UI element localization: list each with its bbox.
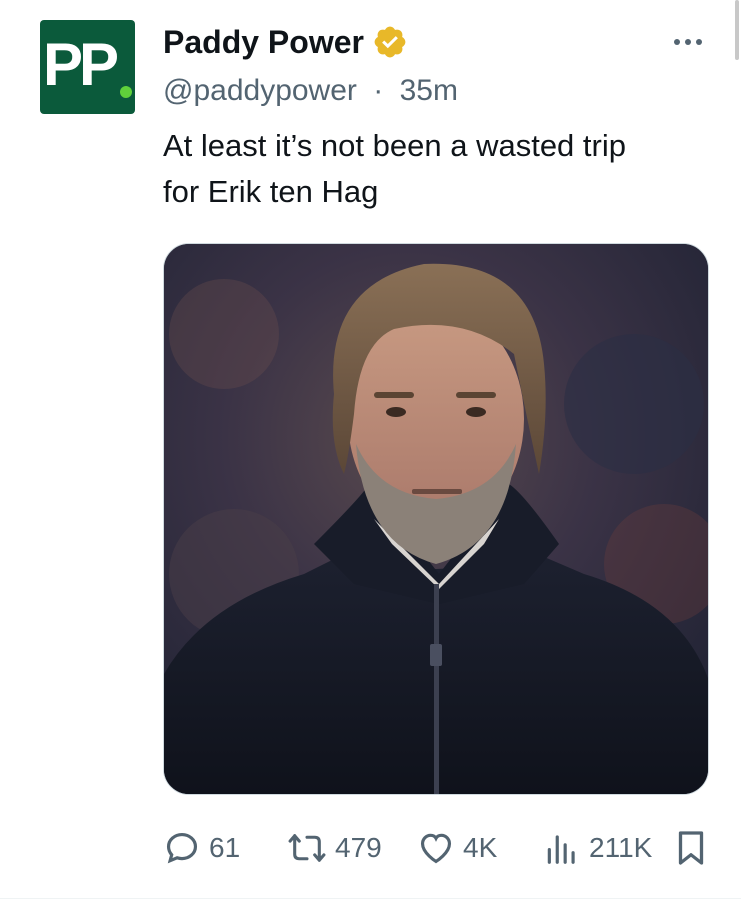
separator: · bbox=[373, 74, 384, 107]
avatar-logo-dot bbox=[120, 86, 132, 98]
heart-icon bbox=[417, 829, 455, 867]
verified-badge-icon[interactable] bbox=[372, 24, 408, 60]
handle[interactable]: @paddypower bbox=[163, 74, 357, 107]
like-button[interactable]: 4K bbox=[417, 826, 497, 870]
repost-icon bbox=[287, 829, 327, 867]
tweet-card[interactable]: PP Paddy Power @paddypower · 35m At leas… bbox=[0, 0, 741, 903]
tweet-text-line-2: for Erik ten Hag bbox=[163, 174, 379, 209]
divider bbox=[0, 898, 741, 899]
tweet-text-line-1: At least it’s not been a wasted trip bbox=[163, 128, 626, 163]
avatar[interactable]: PP bbox=[40, 20, 135, 114]
display-name[interactable]: Paddy Power bbox=[163, 22, 364, 62]
tweet-photo[interactable] bbox=[163, 243, 709, 795]
reply-icon bbox=[163, 829, 201, 867]
like-count: 4K bbox=[463, 832, 498, 863]
handle-row: @paddypower · 35m bbox=[163, 72, 458, 110]
tweet-text: At least it’s not been a wasted trip for… bbox=[163, 123, 723, 215]
bookmark-icon bbox=[673, 828, 709, 868]
reply-button[interactable]: 61 bbox=[163, 826, 240, 870]
repost-count: 479 bbox=[335, 832, 382, 863]
avatar-logo-text: PP bbox=[43, 31, 119, 98]
bookmark-button[interactable] bbox=[673, 826, 709, 870]
author-name-row: Paddy Power bbox=[163, 22, 408, 62]
views-chart-icon bbox=[543, 829, 581, 867]
repost-button[interactable]: 479 bbox=[287, 826, 382, 870]
tweet-actions: 61 479 4K 211K bbox=[163, 826, 723, 870]
reply-count: 61 bbox=[209, 832, 241, 863]
timestamp[interactable]: 35m bbox=[400, 74, 458, 107]
views-button[interactable]: 211K bbox=[543, 826, 652, 870]
views-count: 211K bbox=[589, 832, 653, 863]
scrollbar[interactable] bbox=[735, 0, 739, 60]
photo-man-in-black-jacket bbox=[164, 244, 708, 794]
more-options-icon[interactable] bbox=[668, 30, 708, 54]
